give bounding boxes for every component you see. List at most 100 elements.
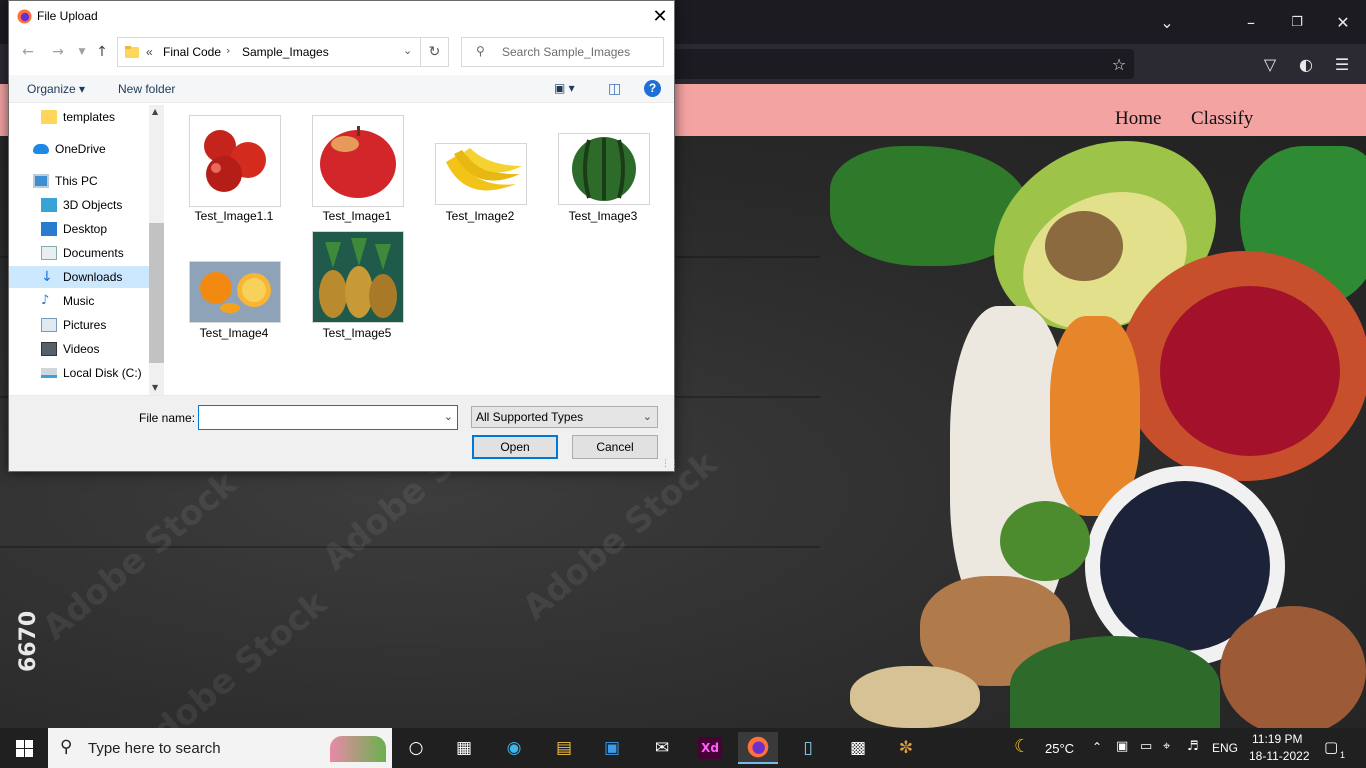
firefox-icon [17, 9, 32, 24]
nav-item-videos[interactable]: Videos [9, 338, 149, 360]
nav-item-music[interactable]: ♪ Music [9, 290, 149, 312]
file-name-label[interactable]: Test_Image2 [425, 209, 535, 223]
file-name-field-label: File name: [139, 411, 196, 425]
refresh-icon[interactable]: ↻ [421, 37, 449, 67]
bookmark-star-icon[interactable]: ☆ [1107, 52, 1131, 76]
breadcrumb-overflow[interactable]: « [146, 45, 153, 59]
view-options-icon[interactable]: ▣ ▾ [554, 81, 575, 95]
breadcrumb-final-code[interactable]: Final Code [163, 45, 221, 59]
help-icon[interactable]: ? [644, 80, 661, 97]
cortana-icon[interactable]: ○ [396, 732, 436, 764]
open-button[interactable]: Open [472, 435, 558, 459]
nav-item-templates[interactable]: templates [9, 106, 149, 128]
language-indicator[interactable]: ENG [1212, 741, 1238, 755]
file-name-label[interactable]: Test_Image3 [548, 209, 658, 223]
terminal-icon[interactable]: ▩ [838, 732, 878, 764]
url-bar[interactable] [660, 49, 1134, 79]
file-name-field[interactable]: ⌄ [198, 405, 458, 430]
menu-icon[interactable]: ☰ [1330, 52, 1354, 76]
nav-item-downloads[interactable]: ↓ Downloads [9, 266, 149, 288]
new-folder-button[interactable]: New folder [118, 82, 175, 96]
notifications-icon[interactable]: ▢ [1324, 738, 1338, 756]
close-window-icon[interactable]: ✕ [1320, 0, 1366, 44]
music-icon: ♪ [41, 293, 50, 308]
volume-icon[interactable]: ♬ [1187, 739, 1199, 754]
avocado-pit [1045, 211, 1123, 281]
battery-icon[interactable]: ▭ [1140, 739, 1152, 754]
store-icon[interactable]: ▣ [592, 732, 632, 764]
nav-item-3d-objects[interactable]: 3D Objects [9, 194, 149, 216]
back-arrow-icon[interactable]: ← [17, 41, 39, 63]
file-name-label[interactable]: Test_Image1.1 [179, 209, 289, 223]
file-item[interactable] [189, 261, 281, 323]
clock-time[interactable]: 11:19 PM [1252, 732, 1302, 746]
search-box[interactable]: ⚲ Search Sample_Images [461, 37, 664, 67]
file-item[interactable] [312, 115, 404, 207]
resize-grip-icon[interactable]: ⋮⋮ [661, 459, 679, 469]
network-status-icon[interactable]: ▣ [1116, 739, 1128, 754]
watermark-text: Adobe Stock [125, 583, 335, 728]
wifi-icon[interactable]: ⌖ [1163, 739, 1170, 754]
file-item[interactable] [189, 115, 281, 207]
edge-icon[interactable]: ◉ [494, 732, 534, 764]
notepad-icon[interactable]: ▯ [788, 732, 828, 764]
address-dropdown-icon[interactable]: ⌄ [403, 44, 412, 57]
preview-pane-icon[interactable]: ◫ [608, 80, 621, 97]
file-item[interactable] [312, 231, 404, 323]
weather-temperature[interactable]: 25°C [1045, 741, 1074, 756]
pocket-icon[interactable]: ▽ [1258, 52, 1282, 76]
clock-date[interactable]: 18-11-2022 [1249, 749, 1310, 763]
adobe-xd-icon[interactable]: Xd [690, 732, 730, 764]
up-arrow-icon[interactable]: ↑ [91, 41, 113, 63]
file-name-label[interactable]: Test_Image1 [302, 209, 412, 223]
desktop-icon [41, 222, 57, 236]
search-placeholder: Search Sample_Images [502, 45, 631, 59]
pomegranate-seeds [1160, 286, 1340, 456]
start-button[interactable] [0, 728, 48, 768]
weather-moon-icon[interactable]: ☾ [1014, 736, 1030, 757]
file-item[interactable] [558, 133, 650, 205]
nav-home-link[interactable]: Home [1115, 108, 1161, 130]
nav-item-desktop[interactable]: Desktop [9, 218, 149, 240]
windows-logo-icon [15, 739, 33, 757]
scroll-up-icon[interactable]: ▲ [152, 107, 158, 116]
beans-bowl [1220, 606, 1366, 728]
breadcrumb-sample-images[interactable]: Sample_Images [242, 45, 329, 59]
taskbar-search-placeholder: Type here to search [88, 740, 221, 757]
cancel-button[interactable]: Cancel [572, 435, 658, 459]
paint-icon[interactable]: ✼ [886, 732, 926, 764]
dialog-close-icon[interactable]: ✕ [645, 1, 675, 31]
task-view-icon[interactable]: ▦ [444, 732, 484, 764]
folder-icon [41, 110, 57, 124]
file-type-select[interactable]: All Supported Types ⌄ [471, 406, 658, 428]
file-name-dropdown-icon[interactable]: ⌄ [444, 410, 453, 423]
file-name-label[interactable]: Test_Image4 [179, 326, 289, 340]
minimize-icon[interactable]: – [1228, 0, 1274, 44]
restore-icon[interactable]: ❐ [1274, 0, 1320, 44]
watermark-text: Adobe Stock [35, 463, 245, 649]
nav-classify-link[interactable]: Classify [1191, 108, 1253, 130]
forward-arrow-icon[interactable]: → [47, 41, 69, 63]
tray-chevron-icon[interactable]: ⌃ [1092, 740, 1102, 754]
account-icon[interactable]: ◐ [1294, 52, 1318, 76]
firefox-taskbar-icon[interactable] [738, 732, 778, 764]
nav-scrollbar-thumb[interactable] [149, 223, 164, 363]
address-bar[interactable]: « Final Code › Sample_Images ⌄ [117, 37, 421, 67]
taskbar-search-box[interactable]: ⚲ Type here to search [48, 728, 392, 768]
nav-item-documents[interactable]: Documents [9, 242, 149, 264]
nav-item-pictures[interactable]: Pictures [9, 314, 149, 336]
nav-item-onedrive[interactable]: OneDrive [9, 138, 149, 160]
search-icon: ⚲ [60, 737, 73, 757]
recent-locations-icon[interactable]: ▼ [71, 41, 93, 63]
file-name-label[interactable]: Test_Image5 [302, 326, 412, 340]
file-item[interactable] [435, 143, 527, 205]
nav-item-local-disk[interactable]: Local Disk (C:) [9, 362, 149, 384]
mail-icon[interactable]: ✉ [642, 732, 682, 764]
nav-item-this-pc[interactable]: This PC [9, 170, 149, 192]
tab-list-icon[interactable]: ⌄ [1144, 0, 1190, 44]
file-name-input[interactable] [199, 406, 435, 429]
file-explorer-icon[interactable]: ▤ [544, 732, 584, 764]
organize-button[interactable]: Organize ▾ [27, 82, 85, 96]
watermelon-thumbnail [572, 137, 636, 201]
scroll-down-icon[interactable]: ▼ [152, 383, 158, 392]
